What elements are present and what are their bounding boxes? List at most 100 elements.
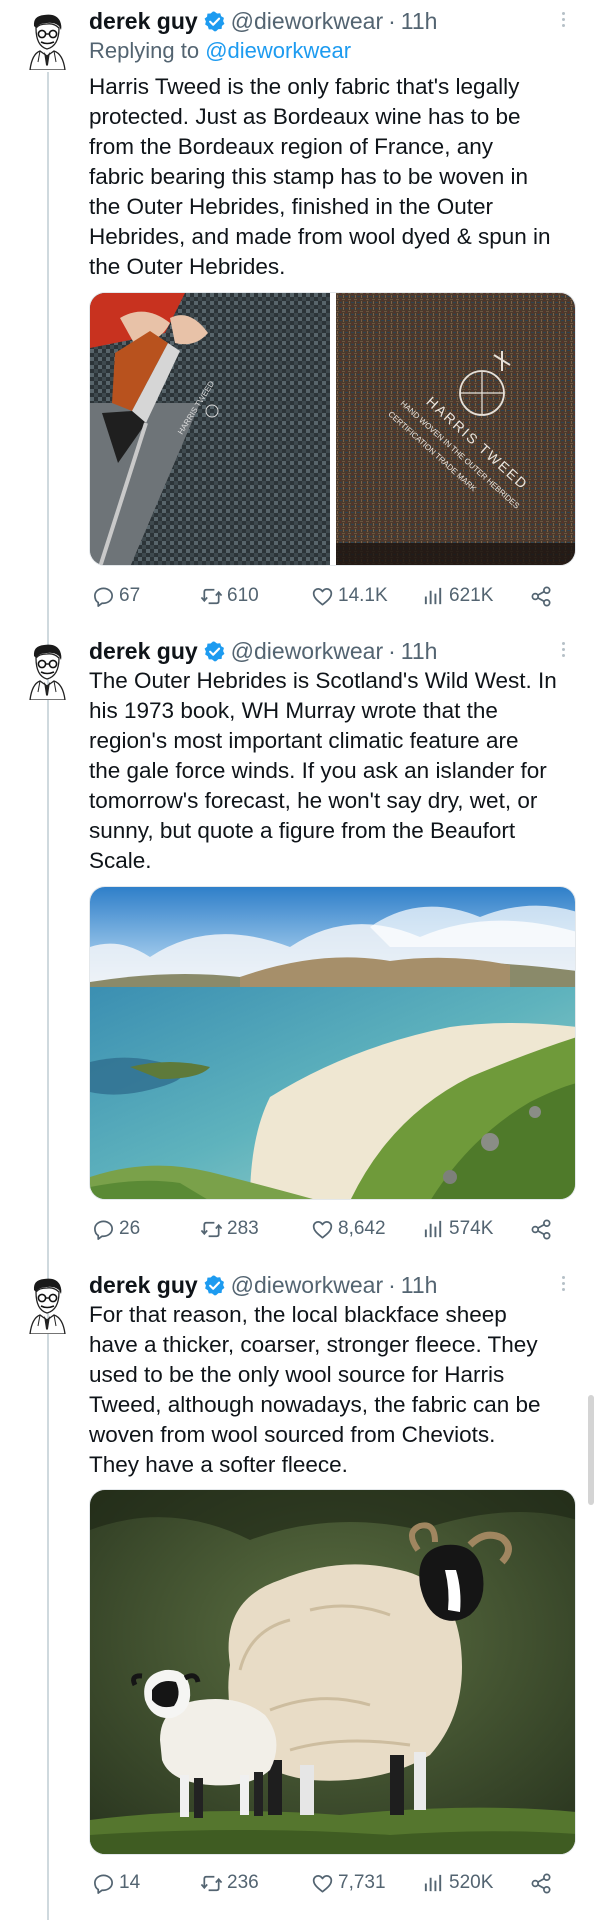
share-icon (530, 585, 553, 608)
reply-icon (92, 1218, 115, 1241)
replying-to: Replying to @dieworkwear (89, 38, 351, 64)
verified-badge-icon (204, 11, 225, 32)
author-name[interactable]: derek guy (89, 8, 198, 35)
tweet-media-photo-beach[interactable] (89, 886, 576, 1200)
separator-dot: · (388, 637, 396, 664)
reply-icon (92, 1872, 115, 1895)
reply-count: 67 (119, 585, 141, 606)
repost-icon (200, 1218, 223, 1241)
share-icon (530, 1218, 553, 1241)
author-handle[interactable]: @dieworkwear (231, 1272, 383, 1299)
replying-to-label: Replying to (89, 38, 200, 63)
tweet-actions: 67 610 14.1K 621K (92, 581, 562, 611)
tweet-text-line: woven from wool sourced from Cheviots. (89, 1422, 496, 1447)
timestamp[interactable]: 11h (401, 8, 438, 35)
media-photo-ironing[interactable]: HARRIS TWEED (90, 293, 330, 566)
views-button[interactable]: 574K (422, 1214, 493, 1244)
verified-badge-icon (204, 1275, 225, 1296)
author-name[interactable]: derek guy (89, 1272, 198, 1299)
like-button[interactable]: 14.1K (311, 581, 388, 611)
tweet-text: The Outer Hebrides is Scotland's Wild We… (89, 666, 579, 876)
repost-count: 283 (227, 1218, 259, 1239)
tweet-text: For that reason, the local blackface she… (89, 1300, 579, 1480)
tweet-text-line: his 1973 book, WH Murray wrote that the (89, 698, 498, 723)
tweet-1[interactable]: derek guy @dieworkwear · 11h Replying to… (0, 0, 594, 630)
tweet-text-line: have a thicker, coarser, stronger fleece… (89, 1332, 538, 1357)
tweet-media-photo-sheep[interactable] (89, 1489, 576, 1855)
tweet-header: derek guy @dieworkwear · 11h (89, 636, 574, 666)
views-button[interactable]: 621K (422, 581, 493, 611)
repost-button[interactable]: 283 (200, 1214, 259, 1244)
more-icon[interactable] (552, 640, 574, 662)
author-handle[interactable]: @dieworkwear (231, 8, 383, 35)
tweet-text-line: sunny, but quote a figure from the Beauf… (89, 818, 516, 843)
tweet-text-line: Harris Tweed is the only fabric that's l… (89, 74, 520, 99)
share-button[interactable] (530, 581, 557, 611)
replying-to-mention[interactable]: @dieworkwear (205, 38, 351, 63)
tweet-text-line: region's most important climatic feature… (89, 728, 519, 753)
reply-count: 26 (119, 1218, 141, 1239)
tweet-text-line: Hebrides, and made from wool dyed & spun… (89, 224, 551, 249)
views-button[interactable]: 520K (422, 1868, 493, 1898)
reply-icon (92, 585, 115, 608)
view-count: 520K (449, 1872, 494, 1893)
repost-button[interactable]: 610 (200, 581, 259, 611)
like-count: 7,731 (338, 1872, 386, 1893)
reply-button[interactable]: 14 (92, 1868, 140, 1898)
tweet-media-gallery[interactable]: HARRIS TWEED HARRIS TWEED HAND WOVEN IN … (89, 292, 576, 566)
tweet-text-line: They have a softer fleece. (89, 1452, 348, 1477)
repost-button[interactable]: 236 (200, 1868, 259, 1898)
tweet-header: derek guy @dieworkwear · 11h (89, 6, 574, 36)
avatar[interactable] (24, 12, 70, 70)
more-icon[interactable] (552, 1274, 574, 1296)
avatar[interactable] (24, 1276, 70, 1334)
separator-dot: · (388, 7, 396, 34)
share-button[interactable] (530, 1868, 557, 1898)
like-count: 14.1K (338, 585, 388, 606)
author-handle[interactable]: @dieworkwear (231, 638, 383, 665)
views-icon (422, 1872, 445, 1895)
repost-count: 236 (227, 1872, 259, 1893)
timestamp[interactable]: 11h (401, 1272, 438, 1299)
like-icon (311, 585, 334, 608)
tweet-text-line: Scale. (89, 848, 152, 873)
more-icon[interactable] (552, 10, 574, 32)
tweet-text-line: the gale force winds. If you ask an isla… (89, 758, 547, 783)
tweet-header: derek guy @dieworkwear · 11h (89, 1270, 574, 1300)
tweet-3[interactable]: derek guy @dieworkwear · 11h For that re… (0, 1264, 594, 1920)
verified-badge-icon (204, 641, 225, 662)
tweet-text-line: tomorrow's forecast, he won't say dry, w… (89, 788, 538, 813)
tweet-actions: 14 236 7,731 520K (92, 1868, 562, 1898)
views-icon (422, 1218, 445, 1241)
avatar[interactable] (24, 642, 70, 700)
tweet-text-line: used to be the only wool source for Harr… (89, 1362, 505, 1387)
view-count: 621K (449, 585, 494, 606)
like-count: 8,642 (338, 1218, 386, 1239)
share-icon (530, 1872, 553, 1895)
like-button[interactable]: 8,642 (311, 1214, 386, 1244)
tweet-2[interactable]: derek guy @dieworkwear · 11h The Outer H… (0, 630, 594, 1262)
repost-icon (200, 1872, 223, 1895)
share-button[interactable] (530, 1214, 557, 1244)
tweet-text-line: Tweed, although nowadays, the fabric can… (89, 1392, 541, 1417)
tweet-text-line: protected. Just as Bordeaux wine has to … (89, 104, 521, 129)
tweet-actions: 26 283 8,642 574K (92, 1214, 562, 1244)
views-icon (422, 585, 445, 608)
tweet-text-line: from the Bordeaux region of France, any (89, 134, 493, 159)
tweet-text-line: the Outer Hebrides. (89, 254, 286, 279)
separator-dot: · (388, 1271, 396, 1298)
tweet-text-line: The Outer Hebrides is Scotland's Wild We… (89, 668, 557, 693)
author-name[interactable]: derek guy (89, 638, 198, 665)
tweet-text: Harris Tweed is the only fabric that's l… (89, 72, 579, 282)
tweet-text-line: fabric bearing this stamp has to be wove… (89, 164, 528, 189)
repost-count: 610 (227, 585, 259, 606)
view-count: 574K (449, 1218, 494, 1239)
reply-button[interactable]: 26 (92, 1214, 140, 1244)
tweet-text-line: For that reason, the local blackface she… (89, 1302, 507, 1327)
media-photo-stamp[interactable]: HARRIS TWEED HAND WOVEN IN THE OUTER HEB… (336, 293, 576, 566)
like-button[interactable]: 7,731 (311, 1868, 386, 1898)
reply-button[interactable]: 67 (92, 581, 140, 611)
reply-count: 14 (119, 1872, 141, 1893)
timestamp[interactable]: 11h (401, 638, 438, 665)
repost-icon (200, 585, 223, 608)
